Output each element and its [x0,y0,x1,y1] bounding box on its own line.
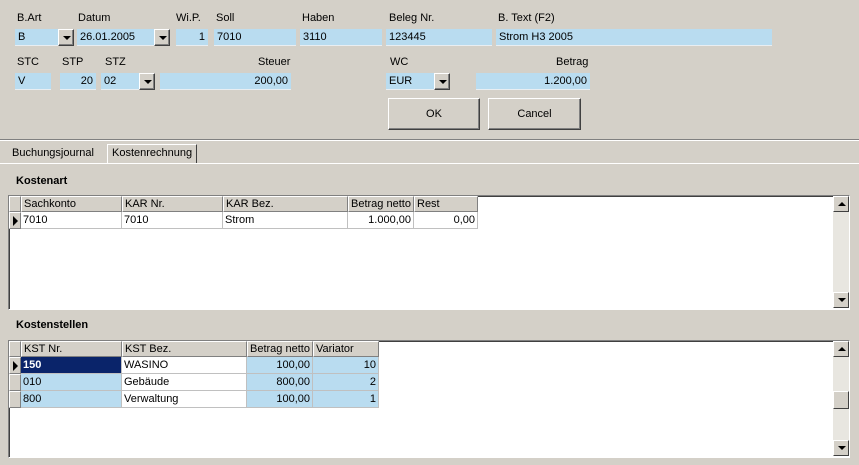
table-cell[interactable]: WASINO [122,357,247,374]
kostenart-scrollbar[interactable] [833,196,849,308]
soll-label: Soll [216,12,235,24]
kostenstellen-corner [9,341,21,357]
table-cell[interactable]: 10 [313,357,379,374]
belegnr-field[interactable]: 123445 [386,29,492,46]
btext-field[interactable]: Strom H3 2005 [496,29,772,46]
table-cell[interactable]: 150 [21,357,122,374]
row-indicator [9,374,21,391]
scroll-up-icon[interactable] [833,196,849,212]
stp-label: STP [62,56,84,68]
scroll-thumb[interactable] [833,391,849,409]
table-cell[interactable]: 2 [313,374,379,391]
wc-select[interactable]: EUR [386,73,434,90]
stc-label: STC [17,56,39,68]
betrag-label: Betrag [556,56,589,68]
scroll-down-icon[interactable] [833,292,849,308]
kostenart-col-sachkonto[interactable]: Sachkonto [21,196,122,212]
kostenstellen-col-kstbez[interactable]: KST Bez. [122,341,247,357]
wip-field[interactable]: 1 [176,29,208,46]
tab-kostenrechnung[interactable]: Kostenrechnung [107,144,198,163]
steuer-label: Steuer [258,56,291,68]
kostenart-col-betrag[interactable]: Betrag netto [348,196,414,212]
kostenstellen-grid[interactable]: KST Nr. KST Bez. Betrag netto Variator 1… [8,340,850,458]
kostenstellen-col-betrag[interactable]: Betrag netto [247,341,313,357]
kostenart-title: Kostenart [16,175,68,187]
stz-label: STZ [105,56,126,68]
kostenstellen-col-kstnr[interactable]: KST Nr. [21,341,122,357]
kostenstellen-title: Kostenstellen [16,319,89,331]
kostenart-col-karbez[interactable]: KAR Bez. [223,196,348,212]
bart-select[interactable]: B [15,29,58,46]
betrag-field[interactable]: 1.200,00 [476,73,590,90]
header-separator [0,139,859,141]
haben-field[interactable]: 3110 [300,29,382,46]
row-indicator [9,391,21,408]
table-cell[interactable]: 7010 [122,212,223,229]
wip-label: Wi.P. [176,12,201,24]
table-cell[interactable]: 010 [21,374,122,391]
table-cell[interactable]: Strom [223,212,348,229]
table-cell[interactable]: 0,00 [414,212,478,229]
wc-label: WC [390,56,409,68]
kostenart-grid[interactable]: Sachkonto KAR Nr. KAR Bez. Betrag netto … [8,195,850,310]
table-cell[interactable]: 800 [21,391,122,408]
table-cell[interactable]: 100,00 [247,357,313,374]
datum-dropdown-button[interactable] [154,29,170,46]
steuer-field[interactable]: 200,00 [160,73,291,90]
table-cell[interactable]: 7010 [21,212,122,229]
belegnr-label: Beleg Nr. [389,12,435,24]
bart-label: B.Art [17,12,42,24]
tab-baseline [0,163,859,164]
haben-label: Haben [302,12,335,24]
tab-buchungsjournal[interactable]: Buchungsjournal [8,146,98,161]
kostenart-col-rest[interactable]: Rest [414,196,478,212]
kostenart-col-karnr[interactable]: KAR Nr. [122,196,223,212]
ok-button[interactable]: OK [388,98,480,130]
soll-field[interactable]: 7010 [214,29,296,46]
cancel-button[interactable]: Cancel [488,98,581,130]
table-cell[interactable]: Verwaltung [122,391,247,408]
datum-field[interactable]: 26.01.2005 [77,29,154,46]
scroll-down-icon[interactable] [833,440,849,456]
scroll-up-icon[interactable] [833,341,849,357]
table-cell[interactable]: 1 [313,391,379,408]
table-cell[interactable]: 100,00 [247,391,313,408]
datum-label: Datum [78,12,111,24]
wc-dropdown-button[interactable] [434,73,450,90]
table-cell[interactable]: Gebäude [122,374,247,391]
row-indicator [9,212,21,229]
btext-label: B. Text (F2) [498,12,555,24]
kostenstellen-col-variator[interactable]: Variator [313,341,379,357]
bart-dropdown-button[interactable] [58,29,74,46]
current-row-pointer-icon [13,361,18,371]
stz-select[interactable]: 02 [101,73,139,90]
kostenart-corner [9,196,21,212]
stc-field[interactable]: V [15,73,51,90]
kostenstellen-scrollbar[interactable] [833,341,849,456]
stp-field[interactable]: 20 [60,73,96,90]
row-indicator [9,357,21,374]
table-cell[interactable]: 800,00 [247,374,313,391]
stz-dropdown-button[interactable] [139,73,155,90]
table-cell[interactable]: 1.000,00 [348,212,414,229]
current-row-pointer-icon [13,216,18,226]
